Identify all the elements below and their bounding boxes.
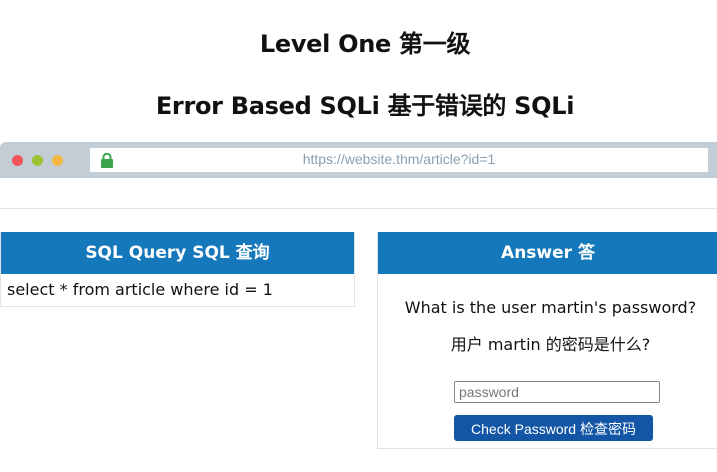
address-bar[interactable]: https://website.thm/article?id=1 <box>90 148 708 172</box>
maximize-window-dot[interactable] <box>52 155 63 166</box>
challenge-title: Error Based SQLi 基于错误的 SQLi <box>155 92 575 120</box>
page: Level One 第一级 Error Based SQLi 基于错误的 SQL… <box>0 0 717 472</box>
browser-viewport <box>0 178 717 209</box>
level-heading: Level One 第一级 <box>259 30 471 58</box>
url-text: https://website.thm/article?id=1 <box>302 151 496 167</box>
close-window-dot[interactable] <box>12 155 23 166</box>
minimize-window-dot[interactable] <box>32 155 43 166</box>
sql-query-text: select * from article where id = 1 <box>7 280 273 299</box>
check-password-button[interactable]: Check Password 检查密码 <box>454 415 653 441</box>
answer-panel: Answer 答 What is the user martin's passw… <box>377 232 717 449</box>
answer-header: Answer 答 <box>378 232 717 274</box>
sql-query-panel: SQL Query SQL 查询 select * from article w… <box>0 232 355 307</box>
password-input[interactable] <box>454 381 660 403</box>
question-chinese: 用户 martin 的密码是什么? <box>450 335 651 354</box>
question-english: What is the user martin's password? <box>404 298 697 317</box>
browser-toolbar: https://website.thm/article?id=1 <box>0 142 717 178</box>
sql-query-header: SQL Query SQL 查询 <box>1 232 354 274</box>
